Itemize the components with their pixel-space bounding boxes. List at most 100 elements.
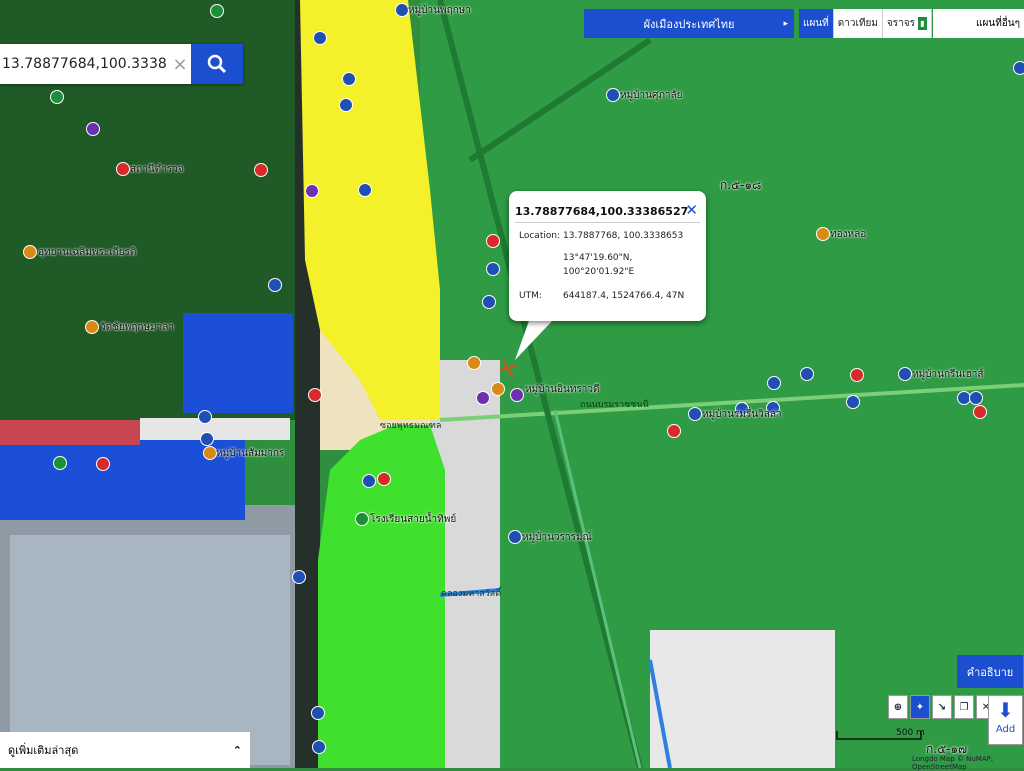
location-marker	[499, 359, 517, 379]
poi-marker[interactable]	[508, 530, 522, 544]
poi-label[interactable]: หมู่บ้านวรารมณ์	[522, 530, 592, 545]
search-input[interactable]	[0, 55, 169, 73]
traffic-label: จราจร	[886, 18, 915, 29]
poi-marker[interactable]	[50, 90, 64, 104]
poi-marker[interactable]	[969, 391, 983, 405]
poi-label[interactable]: หมู่บ้านศุภาลัย	[620, 88, 683, 103]
zoom-level-icon[interactable]: ⊕	[888, 695, 908, 719]
chevron-up-icon[interactable]: ⌃	[233, 744, 242, 757]
poi-label[interactable]: โรงเรียนสายน้ำทิพย์	[370, 512, 456, 527]
poi-marker[interactable]	[254, 163, 268, 177]
zone-yellow	[300, 0, 440, 420]
map-type-traffic-button[interactable]: จราจร ▮	[883, 9, 932, 38]
poi-marker[interactable]	[898, 367, 912, 381]
poi-marker[interactable]	[358, 183, 372, 197]
bottom-panel-label: ดูเพิ่มเติมล่าสุด	[8, 744, 79, 757]
poi-marker[interactable]	[198, 410, 212, 424]
poi-label[interactable]: หมู่บ้านสัมมากร	[216, 446, 284, 461]
poi-marker[interactable]	[313, 31, 327, 45]
zone-shapes	[300, 0, 1024, 768]
poi-marker[interactable]	[85, 320, 99, 334]
search-button[interactable]	[191, 44, 243, 84]
road-diagonal-2	[553, 409, 642, 768]
map-type-map-button[interactable]: แผนที่	[799, 9, 834, 38]
poi-marker[interactable]	[292, 570, 306, 584]
poi-marker[interactable]	[203, 446, 217, 460]
poi-label[interactable]: ทองหล่อ	[830, 227, 866, 242]
add-button[interactable]: ⬇ Add	[988, 695, 1023, 745]
popup-location-label: Location:	[519, 231, 561, 241]
province-select-label: ผังเมืองประเทศไทย	[643, 17, 735, 31]
poi-label[interactable]: อุทยานเฉลิมพระเกียรติ	[38, 245, 136, 260]
province-select[interactable]: ผังเมืองประเทศไทย ▸	[584, 9, 794, 38]
pin-icon: ⬇	[997, 698, 1014, 722]
legend-button[interactable]: คำอธิบาย	[957, 655, 1023, 688]
poi-marker[interactable]	[210, 4, 224, 18]
poi-label[interactable]: หมู่บ้านร่มรื่นวิลล่า	[702, 407, 782, 422]
map-attribution: Longdo Map © NuMAP, OpenStreetMap	[912, 755, 994, 771]
poi-marker[interactable]	[688, 407, 702, 421]
poi-marker[interactable]	[467, 356, 481, 370]
poi-marker[interactable]	[342, 72, 356, 86]
canal	[648, 659, 672, 768]
poi-marker[interactable]	[476, 391, 490, 405]
close-icon[interactable]: ✕	[685, 201, 698, 219]
poi-marker[interactable]	[23, 245, 37, 259]
layers-button[interactable]: แผนที่อื่นๆ	[933, 9, 1024, 38]
popup-divider	[515, 222, 700, 223]
poi-marker[interactable]	[362, 474, 376, 488]
poi-marker[interactable]	[355, 512, 369, 526]
poi-marker[interactable]	[486, 262, 500, 276]
poi-label[interactable]: สถานีตำรวจ	[130, 162, 184, 177]
poi-marker[interactable]	[268, 278, 282, 292]
poi-label[interactable]: หมู่บ้านพฤกษา	[408, 3, 471, 18]
popup-utm-value: 644187.4, 1524766.4, 47N	[563, 291, 685, 301]
road-label: ซอยพุทธมณฑล	[380, 421, 442, 431]
poi-marker[interactable]	[395, 3, 409, 17]
poi-label[interactable]: วัดชัยพฤกษมาลา	[100, 320, 174, 335]
map-canvas[interactable]: หมู่บ้านอินทราวดี หมู่บ้านศุภาลัย หมู่บ้…	[0, 0, 1024, 768]
poi-marker[interactable]	[311, 706, 325, 720]
poi-marker[interactable]	[973, 405, 987, 419]
poi-marker[interactable]	[491, 382, 505, 396]
poi-marker[interactable]	[53, 456, 67, 470]
poi-marker[interactable]	[846, 395, 860, 409]
poi-marker[interactable]	[800, 367, 814, 381]
poi-marker[interactable]	[482, 295, 496, 309]
poi-marker[interactable]	[305, 184, 319, 198]
poi-marker[interactable]	[816, 227, 830, 241]
poi-marker[interactable]	[850, 368, 864, 382]
search-icon	[207, 54, 227, 74]
poi-marker[interactable]	[606, 88, 620, 102]
copy-icon[interactable]: ❐	[954, 695, 974, 719]
search-box: ×	[0, 44, 243, 84]
poi-marker[interactable]	[86, 122, 100, 136]
traffic-icon: ▮	[918, 17, 927, 30]
poi-marker[interactable]	[116, 162, 130, 176]
poi-marker[interactable]	[377, 472, 391, 486]
poi-marker[interactable]	[767, 376, 781, 390]
measure-icon[interactable]: ↘	[932, 695, 952, 719]
scale-label: 500 m	[896, 728, 925, 738]
zone-label: ก.๕-๑๘	[720, 178, 762, 192]
map-type-satellite-button[interactable]: ดาวเทียม	[834, 9, 883, 38]
chevron-right-icon: ▸	[783, 18, 788, 29]
bottom-panel[interactable]: ดูเพิ่มเติมล่าสุด ⌃	[0, 732, 250, 768]
map-tools: ⊕ ✦ ↘ ❐ ✕	[888, 695, 996, 720]
poi-marker[interactable]	[308, 388, 322, 402]
poi-marker[interactable]	[1013, 61, 1024, 75]
poi-marker[interactable]	[486, 234, 500, 248]
clear-icon[interactable]: ×	[169, 54, 191, 75]
poi-marker[interactable]	[96, 457, 110, 471]
poi-label[interactable]: หมู่บ้านอินทราวดี	[525, 382, 600, 397]
popup-location-dms-lon: 100°20'01.92"E	[563, 267, 635, 277]
poi-marker[interactable]	[339, 98, 353, 112]
poi-marker[interactable]	[667, 424, 681, 438]
road-label: ถนนบรมราชชนนี	[580, 400, 649, 410]
poi-marker[interactable]	[312, 740, 326, 754]
poi-label[interactable]: หมู่บ้านกรีนเฮาส์	[912, 367, 983, 382]
poi-marker[interactable]	[510, 388, 524, 402]
compass-icon[interactable]: ✦	[910, 695, 930, 719]
poi-marker[interactable]	[200, 432, 214, 446]
location-popup: 13.78877684,100.33386527 ✕ Location: 13.…	[509, 191, 706, 321]
